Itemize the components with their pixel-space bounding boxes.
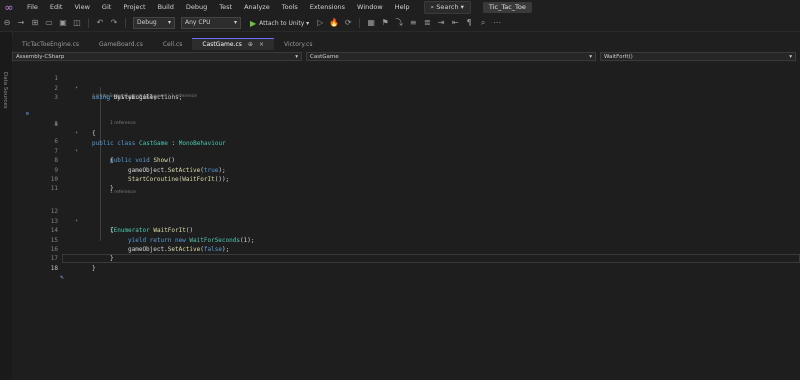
find-icon[interactable]: ⌕ [478, 18, 488, 28]
menu-edit[interactable]: Edit [44, 0, 69, 15]
outdent-icon[interactable]: ⇤ [450, 18, 460, 28]
refresh-icon[interactable]: ⟳ [343, 18, 353, 28]
configuration-value: Debug [137, 19, 157, 26]
menu-help[interactable]: Help [389, 0, 416, 15]
line-number: 11 [50, 185, 58, 193]
code-editor[interactable]: 1 ▾ using System.Collections; 2 using Un… [12, 63, 800, 380]
chevron-down-icon: ▾ [295, 54, 298, 60]
code-line: 16 } [12, 236, 800, 262]
configuration-dropdown[interactable]: Debug ▾ [133, 17, 175, 29]
save-all-icon[interactable]: ◫ [72, 18, 82, 28]
code-line: 18 ✎ [12, 254, 800, 281]
search-box[interactable]: ⌕ Search ▾ [423, 1, 471, 14]
codelens-text[interactable]: 1 reference [110, 121, 136, 127]
open-folder-icon[interactable]: ▭ [44, 18, 54, 28]
project-value: Assembly-CSharp [16, 54, 65, 60]
toolbar-separator [125, 18, 126, 28]
indent-icon[interactable]: ⇥ [436, 18, 446, 28]
data-sources-tab[interactable]: Data Sources [2, 72, 8, 109]
member-value: WaitForIt() [604, 54, 633, 60]
code-line: ⚙ 4 ▾ public class CastGame : MonoBehavi… [12, 101, 800, 146]
code-line: 2 using UnityEngine; [12, 74, 800, 101]
line-number: 18 [50, 264, 58, 272]
hot-reload-icon[interactable]: 🔥 [329, 18, 339, 28]
codelens-text[interactable]: 1 Unity Script (1 asset reference) | 1 r… [92, 94, 197, 100]
code-line: 10 } [12, 166, 800, 192]
pin-icon[interactable]: ⊕ [248, 41, 253, 48]
code-line: 14 yield return new WaitForSeconds(1); [12, 217, 800, 243]
platform-value: Any CPU [185, 19, 211, 26]
toolbar-separator [359, 18, 361, 28]
navigation-bar: Assembly-CSharp ▾ CastGame ▾ WaitForIt() ▾ [12, 52, 800, 62]
menu-file[interactable]: File [21, 0, 44, 15]
chevron-down-icon: ▾ [167, 19, 171, 26]
tab-victory[interactable]: Victory.cs [274, 39, 322, 50]
menu-view[interactable]: View [68, 0, 95, 15]
attach-to-unity-button[interactable]: Attach to Unity ▾ [259, 20, 309, 27]
code-line: 15 gameObject.SetActive(false); [12, 226, 800, 253]
code-line: 8 gameObject.SetActive(true); [12, 147, 800, 173]
chevron-down-icon: ▾ [589, 54, 592, 60]
code-line: 11 [12, 175, 800, 192]
format-icon[interactable]: ¶ [464, 18, 474, 28]
code-line: 1 ▾ using System.Collections; [12, 65, 800, 101]
menu-extensions[interactable]: Extensions [304, 0, 351, 15]
bookmark-icon[interactable]: ⚑ [380, 18, 390, 28]
menu-build[interactable]: Build [152, 0, 180, 15]
run-icon[interactable]: ▷ [315, 18, 325, 28]
menu-bar: ∞ File Edit View Git Project Build Debug… [0, 0, 800, 15]
code-line: 5 { [12, 110, 800, 137]
class-value: CastGame [310, 54, 339, 60]
code-line: 12 ▾ IEnumerator WaitForIt() [12, 198, 800, 234]
code-text: } [92, 264, 96, 272]
menu-test[interactable]: Test [213, 0, 238, 15]
platform-dropdown[interactable]: Any CPU ▾ [181, 17, 241, 29]
tab-cell[interactable]: Cell.cs [153, 39, 193, 50]
member-dropdown[interactable]: WaitForIt() ▾ [600, 52, 796, 61]
save-icon[interactable]: ▣ [58, 18, 68, 28]
solution-name-badge[interactable]: Tic_Tac_Toe [482, 2, 532, 13]
visual-studio-logo-icon[interactable]: ∞ [3, 1, 15, 14]
attach-label: Attach to Unity [259, 19, 305, 27]
menu-analyze[interactable]: Analyze [238, 0, 276, 15]
uncomment-icon[interactable]: ≣ [422, 18, 432, 28]
play-icon[interactable]: ▶ [250, 19, 256, 28]
forward-icon[interactable]: → [16, 18, 26, 28]
menu-tools[interactable]: Tools [276, 0, 304, 15]
class-dropdown[interactable]: CastGame ▾ [306, 52, 596, 61]
chevron-down-icon: ▾ [789, 54, 792, 60]
code-line: 7 { [12, 137, 800, 164]
redo-icon[interactable]: ↷ [109, 18, 119, 28]
menu-git[interactable]: Git [96, 0, 117, 15]
tab-label: CastGame.cs [202, 41, 242, 48]
new-item-icon[interactable]: ⊞ [30, 18, 40, 28]
code-line: 9 StartCoroutine(WaitForIt()); [12, 156, 800, 183]
menu-debug[interactable]: Debug [180, 0, 213, 15]
codelens-text[interactable]: 1 reference [110, 190, 136, 196]
code-line: 3 [12, 84, 800, 101]
chevron-down-icon: ▾ [458, 3, 464, 11]
back-icon[interactable]: ⊖ [2, 18, 12, 28]
undo-icon[interactable]: ↶ [95, 18, 105, 28]
solution-explorer-icon[interactable]: ▦ [366, 18, 376, 28]
step-icon[interactable]: ⤵ [394, 18, 404, 28]
search-label: Search [436, 3, 459, 11]
code-line: 17 } [12, 245, 800, 271]
code-line: 13 { [12, 207, 800, 234]
document-tab-bar: TicTacToeEngine.cs GameBoard.cs Cell.cs … [12, 38, 800, 50]
comment-icon[interactable]: ≡ [408, 18, 418, 28]
code-line: 6 ▾ public void Show() [12, 128, 800, 164]
close-icon[interactable]: × [259, 41, 264, 48]
menu-project[interactable]: Project [117, 0, 151, 15]
project-dropdown[interactable]: Assembly-CSharp ▾ [12, 52, 302, 61]
more-icon[interactable]: ⋯ [492, 18, 502, 28]
tab-castgame[interactable]: CastGame.cs ⊕ × [192, 38, 274, 50]
toolbar: ⊖ → ⊞ ▭ ▣ ◫ ↶ ↷ Debug ▾ Any CPU ▾ ▶ Attach… [0, 15, 800, 32]
edit-pencil-icon: ✎ [60, 274, 64, 282]
tab-tictactoeengine[interactable]: TicTacToeEngine.cs [12, 39, 89, 50]
menu-window[interactable]: Window [351, 0, 389, 15]
toolbar-separator [88, 18, 89, 28]
tab-gameboard[interactable]: GameBoard.cs [89, 39, 153, 50]
chevron-down-icon: ▾ [233, 19, 237, 26]
